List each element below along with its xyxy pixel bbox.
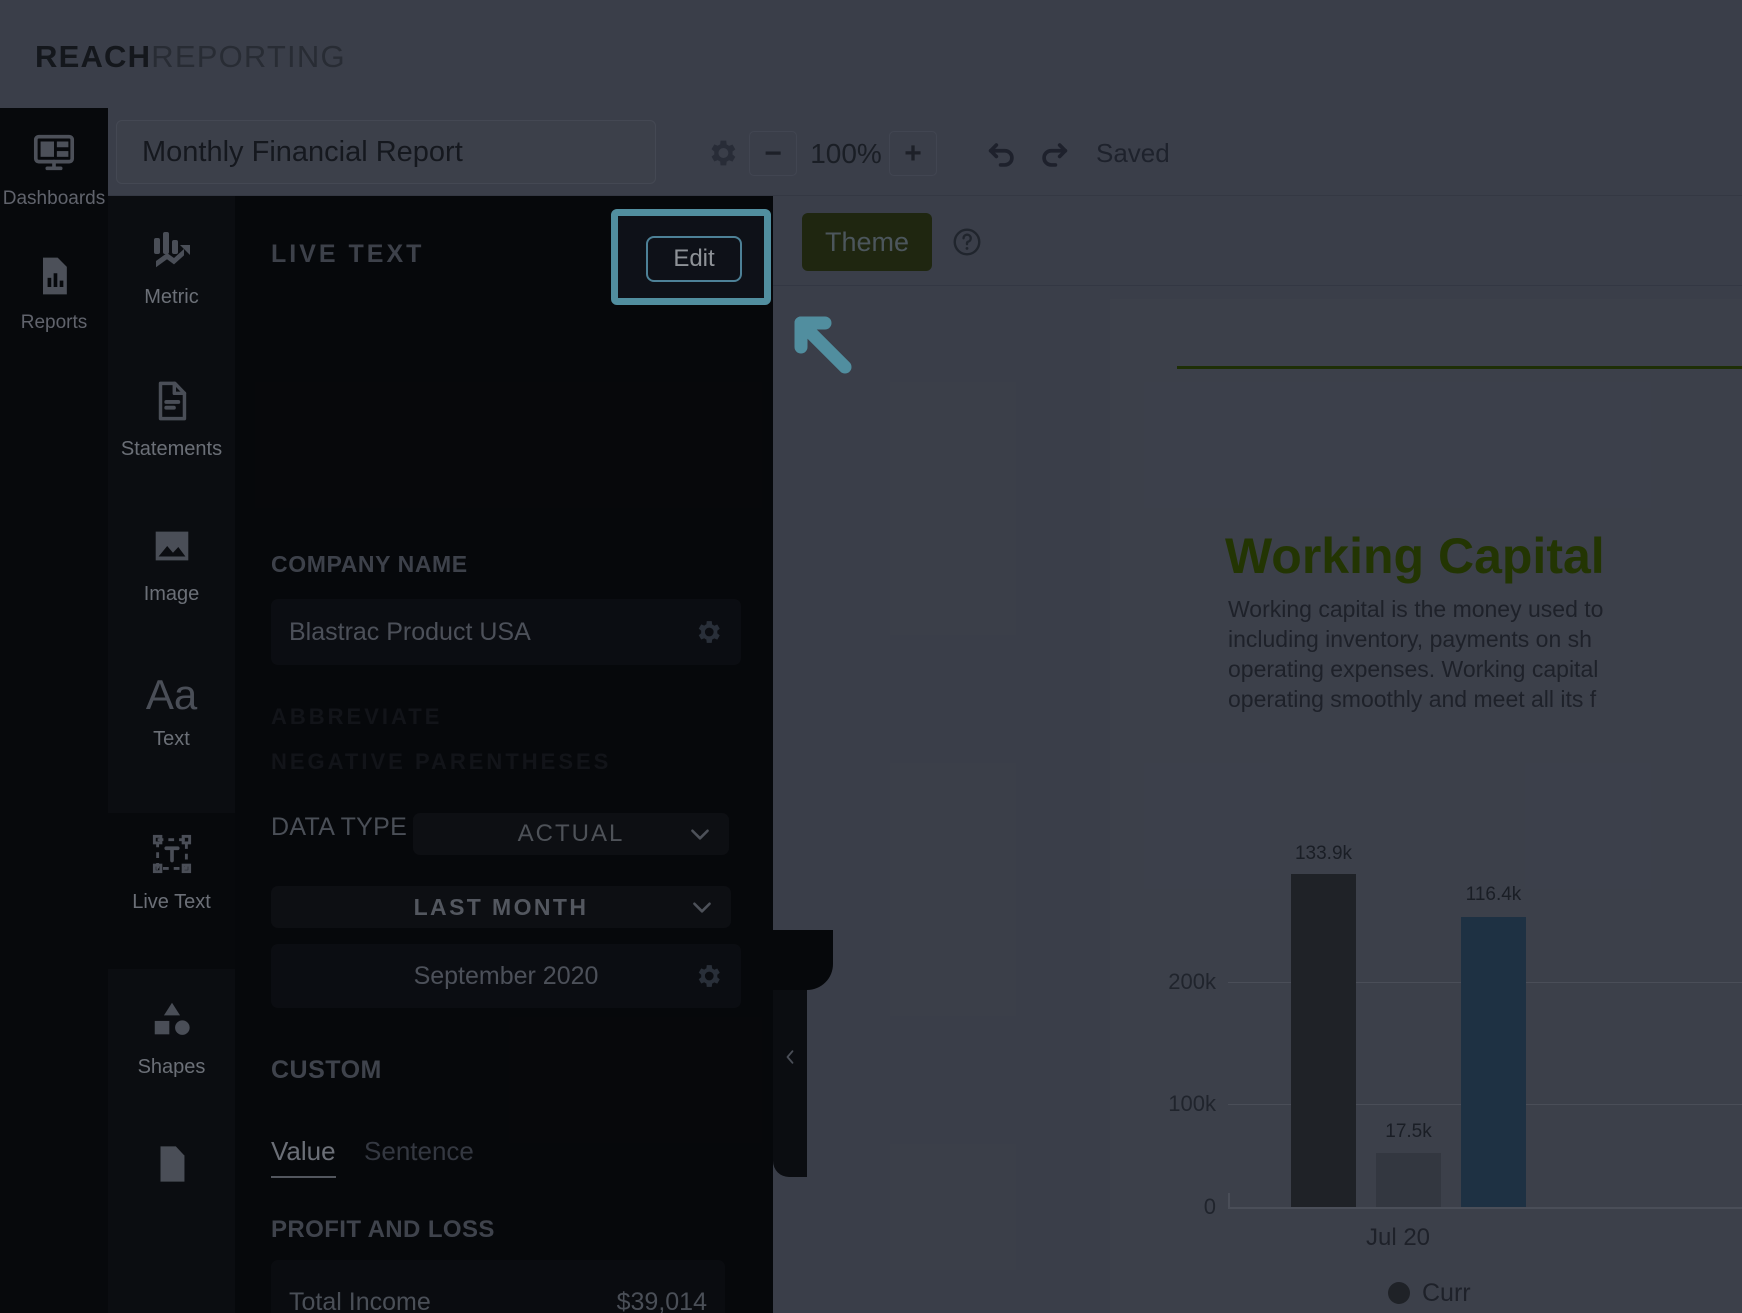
chevron-down-icon bbox=[687, 821, 713, 847]
image-icon bbox=[108, 523, 235, 579]
negative-parentheses-label: NEGATIVE PARENTHESES bbox=[271, 749, 612, 774]
company-name-value: Blastrac Product USA bbox=[289, 618, 531, 646]
tool-label: Live Text bbox=[132, 891, 211, 913]
canvas-toolbar: Theme bbox=[773, 196, 1742, 286]
tool-text[interactable]: Aa Text bbox=[108, 668, 235, 783]
tool-shapes[interactable]: Shapes bbox=[108, 996, 235, 1111]
chevron-down-icon bbox=[689, 894, 715, 920]
report-doc-icon bbox=[0, 254, 108, 306]
sidebar-item-reports[interactable]: Reports bbox=[0, 254, 108, 334]
tool-live-text[interactable]: Live Text bbox=[108, 813, 235, 969]
shapes-icon bbox=[108, 996, 235, 1052]
month-value: September 2020 bbox=[413, 962, 599, 990]
bar-value-label: 17.5k bbox=[1385, 1121, 1432, 1142]
section-description: Working capital is the money used to inc… bbox=[1228, 594, 1742, 714]
description-line: including inventory, payments on sh bbox=[1228, 626, 1592, 652]
brand-bar: REACHREPORTING bbox=[0, 0, 1742, 108]
row-label: Total Income bbox=[289, 1288, 431, 1313]
legend-label: Curr bbox=[1422, 1279, 1471, 1307]
company-name-field[interactable]: Blastrac Product USA bbox=[271, 599, 741, 665]
zoom-in-button[interactable]: + bbox=[889, 131, 937, 176]
redo-icon[interactable] bbox=[1037, 138, 1071, 172]
data-type-value: ACTUAL bbox=[517, 820, 625, 847]
section-divider bbox=[1177, 366, 1742, 369]
metric-chart-icon bbox=[108, 226, 235, 282]
description-line: operating smoothly and meet all its f bbox=[1228, 686, 1597, 712]
page-title: Working Capital bbox=[1225, 528, 1605, 584]
sidebar-item-dashboards[interactable]: Dashboards bbox=[0, 130, 108, 210]
profit-and-loss-label: PROFIT AND LOSS bbox=[271, 1216, 495, 1243]
report-page: Working Capital Working capital is the m… bbox=[1110, 299, 1742, 1313]
axis-tick-mark bbox=[1228, 1193, 1230, 1209]
bar-value-label: 116.4k bbox=[1465, 884, 1522, 905]
tool-label: Text bbox=[153, 728, 190, 750]
app-logo: REACHREPORTING bbox=[35, 36, 346, 78]
tool-label: Shapes bbox=[137, 1056, 206, 1078]
bar-value-label: 133.9k bbox=[1294, 843, 1353, 864]
panel-corner-notch bbox=[773, 930, 833, 990]
tab-value[interactable]: Value bbox=[271, 1136, 336, 1178]
tool-extra[interactable] bbox=[108, 1141, 235, 1256]
table-row[interactable]: Total Income $39,014 bbox=[271, 1260, 725, 1313]
legend-marker bbox=[1388, 1282, 1410, 1304]
data-type-select[interactable]: ACTUAL bbox=[413, 813, 729, 855]
working-capital-chart: 200k 100k 0 133.9k 17.5k 116.4k Jul 20 C… bbox=[1110, 759, 1742, 1307]
gear-icon[interactable] bbox=[693, 961, 723, 991]
x-axis-tick: Jul 20 bbox=[1365, 1224, 1431, 1251]
panel-title: LIVE TEXT bbox=[271, 240, 425, 268]
report-canvas: Theme Working Capital Working capital is… bbox=[773, 196, 1742, 1313]
period-value: LAST MONTH bbox=[413, 894, 589, 920]
text-aa-icon: Aa bbox=[145, 671, 198, 718]
dashboard-icon bbox=[0, 130, 108, 182]
abbreviate-label: ABBREVIATE bbox=[271, 704, 443, 729]
description-line: operating expenses. Working capital bbox=[1228, 656, 1599, 682]
bar-series-0 bbox=[1291, 874, 1356, 1207]
statement-doc-icon bbox=[108, 378, 235, 434]
custom-tabs: Value Sentence bbox=[271, 1136, 474, 1178]
tools-column: Metric Statements Image Aa Text Live Tex… bbox=[108, 196, 235, 1313]
gear-icon[interactable] bbox=[693, 617, 723, 647]
y-axis-tick: 100k bbox=[1168, 1091, 1216, 1116]
month-field[interactable]: September 2020 bbox=[271, 944, 741, 1008]
arrow-cursor-icon bbox=[787, 309, 855, 377]
tab-sentence[interactable]: Sentence bbox=[364, 1136, 474, 1176]
zoom-out-button[interactable]: − bbox=[749, 131, 797, 176]
data-type-label: DATA TYPE bbox=[271, 813, 408, 841]
tool-metric[interactable]: Metric bbox=[108, 226, 235, 341]
logo-bold-text: REACH bbox=[35, 39, 152, 74]
period-select[interactable]: LAST MONTH bbox=[271, 886, 731, 928]
tool-image[interactable]: Image bbox=[108, 523, 235, 638]
tool-label: Image bbox=[143, 583, 200, 605]
bar-series-2 bbox=[1461, 917, 1526, 1207]
logo-light-text: REPORTING bbox=[151, 39, 346, 74]
primary-nav-rail: Dashboards Reports bbox=[0, 108, 108, 1313]
description-line: Working capital is the money used to bbox=[1228, 596, 1604, 622]
edit-button-highlight: Edit bbox=[611, 209, 771, 305]
save-status-label: Saved bbox=[1096, 138, 1170, 168]
editor-toolbar: Monthly Financial Report − 100% + Saved bbox=[108, 108, 1742, 196]
sidebar-item-label: Reports bbox=[20, 312, 88, 333]
help-circle-icon[interactable] bbox=[951, 226, 983, 258]
undo-icon[interactable] bbox=[985, 138, 1019, 172]
theme-button[interactable]: Theme bbox=[802, 213, 932, 271]
bar-series-1 bbox=[1376, 1153, 1441, 1207]
custom-section-label: CUSTOM bbox=[271, 1056, 382, 1084]
live-text-panel: LIVE TEXT Edit COMPANY NAME Blastrac Pro… bbox=[235, 196, 963, 1313]
zoom-level-value: 100% bbox=[810, 138, 882, 169]
row-value: $39,014 bbox=[616, 1288, 707, 1313]
gear-icon[interactable] bbox=[705, 136, 739, 170]
tool-label: Metric bbox=[144, 286, 199, 308]
edit-button[interactable]: Edit bbox=[646, 236, 742, 282]
y-axis-tick: 200k bbox=[1168, 969, 1216, 994]
company-name-label: COMPANY NAME bbox=[271, 551, 468, 577]
report-title-input[interactable]: Monthly Financial Report bbox=[116, 120, 656, 184]
x-axis-line bbox=[1228, 1207, 1742, 1209]
tool-statements[interactable]: Statements bbox=[108, 378, 235, 493]
tool-label: Statements bbox=[120, 438, 223, 460]
live-text-icon bbox=[108, 831, 235, 887]
sidebar-item-label: Dashboards bbox=[2, 188, 106, 209]
y-axis-tick: 0 bbox=[1203, 1194, 1216, 1219]
page-doc-icon bbox=[108, 1141, 235, 1197]
